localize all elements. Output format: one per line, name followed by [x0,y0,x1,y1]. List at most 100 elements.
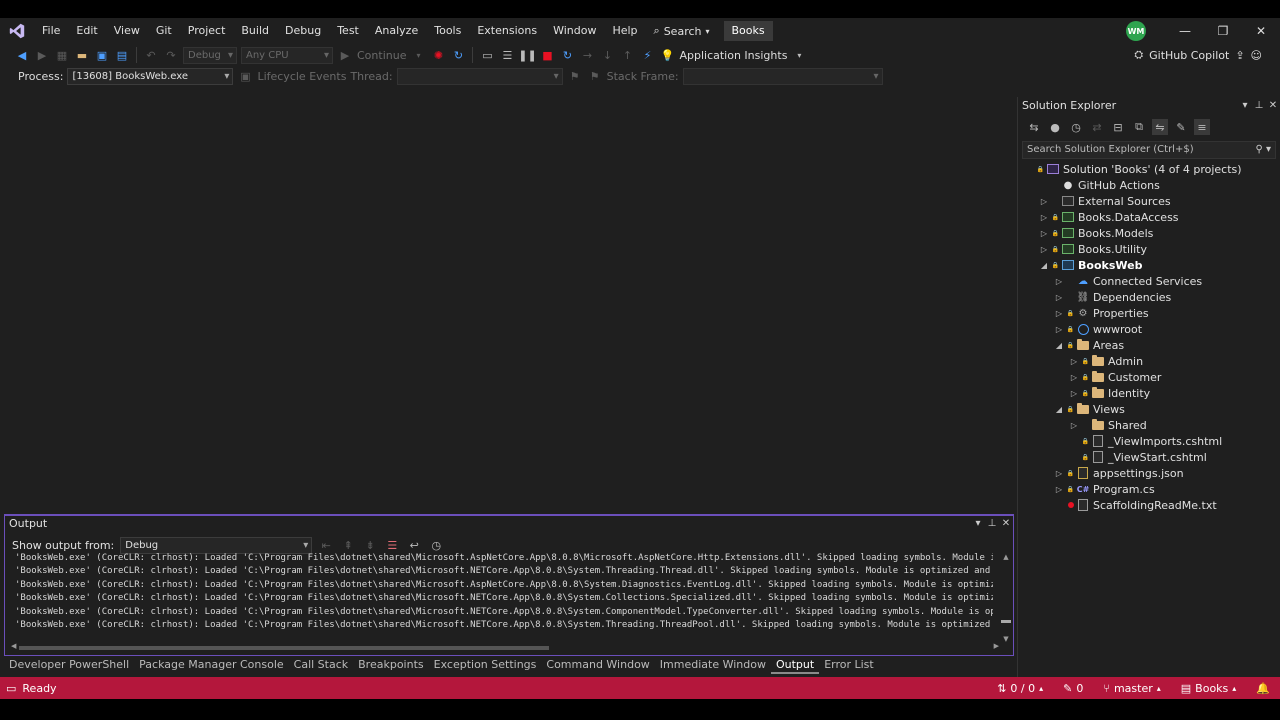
stack-frame-select[interactable] [682,67,883,85]
pending-edits-indicator[interactable]: ✎ 0 [1053,682,1093,695]
expand-arrow-icon[interactable]: ▷ [1067,373,1081,382]
chevron-down-icon[interactable]: ▾ [971,518,985,529]
scroll-thumb[interactable] [1001,620,1011,623]
output-source-select[interactable]: Debug [120,536,313,554]
tab-exception-settings[interactable]: Exception Settings [429,656,542,674]
home-icon[interactable]: ● [1047,119,1063,135]
browser-link-icon[interactable]: ▭ [479,47,495,63]
lifecycle-icon[interactable]: ▣ [237,68,253,84]
minimize-button[interactable]: — [1166,18,1204,44]
next-message-icon[interactable]: ⇟ [362,537,378,553]
search-icon[interactable]: ⚲ ▾ [1255,142,1271,158]
clear-all-icon[interactable]: ☰ [384,537,400,553]
step-out-icon[interactable]: ↑ [619,47,635,63]
tree-item[interactable]: ◢ 🔒 Views [1018,401,1280,417]
scroll-right-icon[interactable]: ▶ [994,642,999,650]
menu-item-edit[interactable]: Edit [68,18,105,44]
collapse-all-icon[interactable]: ⊟ [1110,119,1126,135]
repository-indicator[interactable]: ▤ Books ▴ [1171,682,1247,695]
expand-arrow-icon[interactable]: ▷ [1067,357,1081,366]
tree-item[interactable]: ◢ 🔒 BooksWeb [1018,257,1280,273]
hot-reload-icon[interactable]: ✺ [430,47,446,63]
expand-arrow-icon[interactable]: ▷ [1037,213,1051,222]
branch-indicator[interactable]: ⑂ master ▴ [1093,682,1170,695]
expand-arrow-icon[interactable]: ▷ [1052,309,1066,318]
tree-item[interactable]: ▷ 🔒 C# Program.cs [1018,481,1280,497]
tree-item[interactable]: ▷ Shared [1018,417,1280,433]
timestamp-icon[interactable]: ◷ [428,537,444,553]
tree-item[interactable]: ▷ 🔒 Books.Models [1018,225,1280,241]
application-insights-button[interactable]: Application Insights [679,49,787,62]
expand-arrow-icon[interactable]: ▷ [1037,197,1051,206]
collapse-arrow-icon[interactable]: ◢ [1037,261,1051,270]
tab-breakpoints[interactable]: Breakpoints [353,656,429,674]
solution-explorer-search-input[interactable]: Search Solution Explorer (Ctrl+$) ⚲ ▾ [1022,141,1276,159]
tree-item[interactable]: ▷ 🔒 Customer [1018,369,1280,385]
output-vertical-scrollbar[interactable]: ▲ ▼ [1001,552,1011,644]
expand-arrow-icon[interactable]: ▷ [1067,389,1081,398]
tree-item[interactable]: 🔒 _ViewImports.cshtml [1018,433,1280,449]
output-horizontal-scrollbar[interactable]: ◀ ▶ [11,642,999,653]
commits-indicator[interactable]: ⇅ 0 / 0 ▴ [987,682,1053,695]
tree-item[interactable]: ▷ ☁ Connected Services [1018,273,1280,289]
tree-item[interactable]: ▷ 🔒 Books.DataAccess [1018,209,1280,225]
tab-developer-powershell[interactable]: Developer PowerShell [4,656,134,674]
tab-output[interactable]: Output [770,656,820,674]
tab-command-window[interactable]: Command Window [541,656,654,674]
forward-icon[interactable]: ▶ [34,47,50,63]
restore-button[interactable]: ❐ [1204,18,1242,44]
play-icon[interactable]: ▶ [337,47,353,63]
configuration-select[interactable]: Debug [183,46,237,64]
tree-item[interactable]: ▷ 🔒 ⚙ Properties [1018,305,1280,321]
switch-views-icon[interactable]: ⇆ [1026,119,1042,135]
pin-icon[interactable]: ⊥ [985,518,999,529]
save-icon[interactable]: ▣ [94,47,110,63]
back-icon[interactable]: ◀ [14,47,30,63]
expand-arrow-icon[interactable]: ▷ [1052,293,1066,302]
visual-studio-logo-icon[interactable] [0,18,34,44]
scroll-left-icon[interactable]: ◀ [11,642,16,650]
tree-item[interactable]: 🔒 Solution 'Books' (4 of 4 projects) [1018,161,1280,177]
new-item-icon[interactable]: ▦ [54,47,70,63]
menu-item-view[interactable]: View [106,18,148,44]
close-button[interactable]: ✕ [1242,18,1280,44]
solution-name-badge[interactable]: Books [723,21,773,41]
share-icon[interactable]: ⇪ [1235,49,1244,62]
menu-item-extensions[interactable]: Extensions [469,18,545,44]
tree-item[interactable]: ▷ ⛓ Dependencies [1018,289,1280,305]
chevron-down-icon[interactable]: ▾ [791,47,807,63]
tree-item[interactable]: 🔒 _ViewStart.cshtml [1018,449,1280,465]
hscroll-thumb[interactable] [19,646,549,650]
layout-icon[interactable]: ☰ [499,47,515,63]
collapse-arrow-icon[interactable]: ◢ [1052,341,1066,350]
stop-icon[interactable]: ■ [539,47,555,63]
expand-arrow-icon[interactable]: ▷ [1052,277,1066,286]
pause-icon[interactable]: ❚❚ [518,47,536,63]
tab-immediate-window[interactable]: Immediate Window [655,656,771,674]
collapse-arrow-icon[interactable]: ◢ [1052,405,1066,414]
step-over-icon[interactable]: → [579,47,595,63]
tree-item[interactable]: ▷ 🔒 Books.Utility [1018,241,1280,257]
word-wrap-icon[interactable]: ↩ [406,537,422,553]
show-all-files-icon[interactable]: ⧉ [1131,119,1147,135]
lifecycle-events-button[interactable]: Lifecycle Events [257,70,346,83]
continue-button[interactable]: Continue [357,49,406,62]
tree-item[interactable]: ● GitHub Actions [1018,177,1280,193]
user-avatar[interactable]: WM [1126,21,1146,41]
menu-item-tools[interactable]: Tools [426,18,469,44]
properties-wrench-icon[interactable]: ✎ [1173,119,1189,135]
search-button[interactable]: ⌕ Search ▾ [646,18,718,44]
thread-select[interactable] [396,67,563,85]
menu-item-project[interactable]: Project [180,18,234,44]
expand-arrow-icon[interactable]: ▷ [1067,421,1081,430]
tab-error-list[interactable]: Error List [819,656,879,674]
scroll-up-icon[interactable]: ▲ [1001,552,1011,562]
tree-item[interactable]: ▷ External Sources [1018,193,1280,209]
menu-item-help[interactable]: Help [604,18,645,44]
sync-icon[interactable]: ⇄ [1089,119,1105,135]
flag-all-icon[interactable]: ⚑ [587,68,603,84]
preview-icon[interactable]: ≡ [1194,119,1210,135]
close-icon[interactable]: ✕ [1266,100,1280,111]
menu-item-build[interactable]: Build [233,18,277,44]
tree-item[interactable]: ScaffoldingReadMe.txt [1018,497,1280,513]
